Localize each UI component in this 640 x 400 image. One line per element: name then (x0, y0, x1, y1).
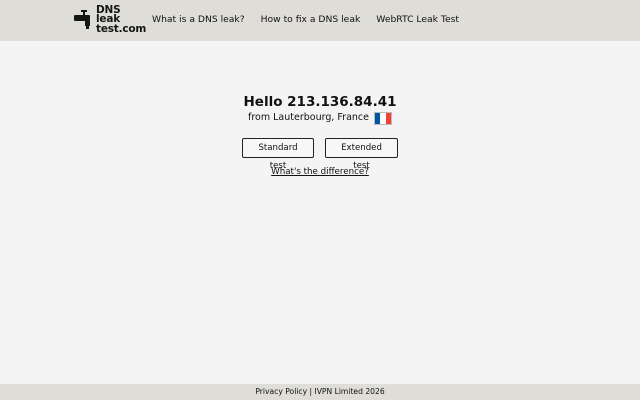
difference-link[interactable]: What's the difference? (271, 167, 369, 177)
location-line: from Lauterbourg, France (0, 111, 640, 125)
logo-line-2: test.com (96, 22, 147, 35)
difference-container: What's the difference? (0, 166, 640, 178)
logo-line-1: DNS leak (96, 3, 121, 26)
location-text: from Lauterbourg, France (248, 112, 369, 123)
site-header: DNS leak test.com What is a DNS leak? Ho… (0, 0, 640, 41)
main-nav: What is a DNS leak? How to fix a DNS lea… (152, 13, 459, 27)
nav-what-is-dns-leak[interactable]: What is a DNS leak? (152, 13, 245, 27)
privacy-policy-link[interactable]: Privacy Policy (255, 387, 307, 396)
footer-company: IVPN Limited 2026 (314, 387, 385, 396)
site-logo[interactable]: DNS leak test.com (74, 5, 146, 34)
faucet-icon (74, 10, 90, 29)
nav-how-to-fix-dns-leak[interactable]: How to fix a DNS leak (261, 13, 361, 27)
main-content: Hello 213.136.84.41 from Lauterbourg, Fr… (0, 41, 640, 384)
france-flag-icon (374, 111, 392, 125)
test-buttons: Standard test Extended test (0, 138, 640, 171)
logo-text: DNS leak test.com (96, 3, 147, 35)
nav-webrtc-leak-test[interactable]: WebRTC Leak Test (376, 13, 459, 27)
extended-test-button[interactable]: Extended test (325, 138, 398, 171)
standard-test-button[interactable]: Standard test (242, 138, 314, 171)
ip-greeting: Hello 213.136.84.41 (243, 94, 397, 110)
site-footer: Privacy Policy | IVPN Limited 2026 (0, 384, 640, 400)
